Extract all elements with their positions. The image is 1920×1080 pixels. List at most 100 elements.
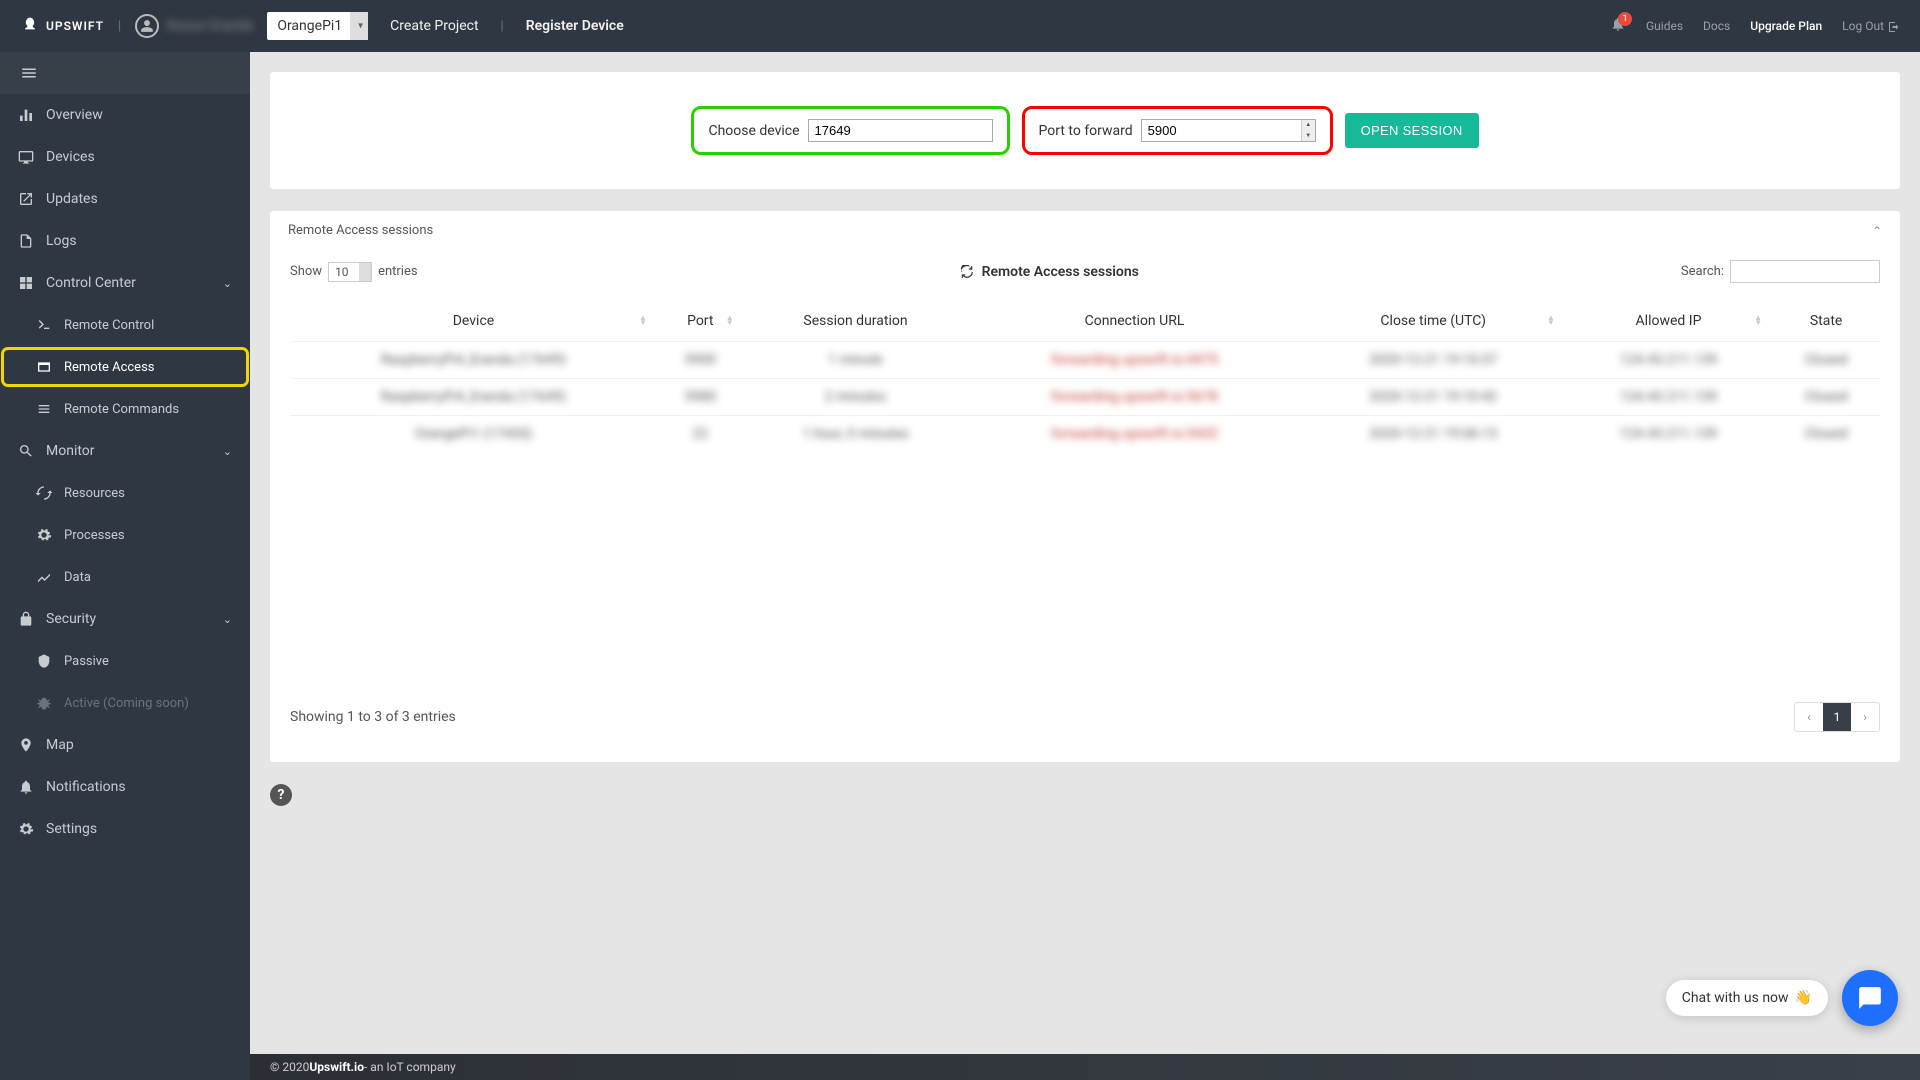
cell-url: forwarding.upswift.io:4475 bbox=[967, 342, 1301, 379]
number-spinner[interactable]: ▲▼ bbox=[1301, 120, 1315, 141]
sort-icon: ▲▼ bbox=[1754, 316, 1762, 326]
nav-logs[interactable]: Logs bbox=[0, 220, 250, 262]
sidebar: Overview Devices Updates Logs Control Ce… bbox=[0, 52, 250, 1080]
sessions-panel-header[interactable]: Remote Access sessions ⌃ bbox=[270, 211, 1900, 250]
nav-monitor[interactable]: Monitor⌄ bbox=[0, 430, 250, 472]
cell-ip: 124.43.211.139 bbox=[1565, 416, 1772, 453]
nav-settings[interactable]: Settings bbox=[0, 808, 250, 850]
nav-remote-commands[interactable]: Remote Commands bbox=[0, 388, 250, 430]
cell-device: OrangePi1 (17455) bbox=[290, 416, 657, 453]
nav-processes[interactable]: Processes bbox=[0, 514, 250, 556]
brand-logo[interactable]: UPSWIFT bbox=[20, 16, 104, 36]
col-duration[interactable]: Session duration bbox=[744, 301, 968, 342]
refresh-icon bbox=[960, 265, 974, 279]
shield-icon bbox=[36, 653, 52, 669]
cell-ip: 124.43.211.139 bbox=[1565, 342, 1772, 379]
sort-icon: ▲▼ bbox=[726, 316, 734, 326]
lock-icon bbox=[18, 611, 34, 627]
bug-icon bbox=[36, 695, 52, 711]
col-state[interactable]: State bbox=[1772, 301, 1880, 342]
sort-icon: ▲▼ bbox=[639, 316, 647, 326]
project-selected: OrangePi1 bbox=[277, 18, 342, 34]
nav-overview[interactable]: Overview bbox=[0, 94, 250, 136]
cell-url: forwarding.upswift.io:5678 bbox=[967, 379, 1301, 416]
help-button[interactable]: ? bbox=[270, 784, 292, 806]
port-forward-label: Port to forward bbox=[1039, 123, 1133, 139]
refresh-sessions[interactable]: Remote Access sessions bbox=[418, 264, 1681, 280]
page-current[interactable]: 1 bbox=[1823, 703, 1851, 731]
nav-remote-access[interactable]: Remote Access bbox=[0, 346, 250, 388]
upgrade-link[interactable]: Upgrade Plan bbox=[1750, 19, 1822, 33]
chat-message[interactable]: Chat with us now 👋 bbox=[1666, 980, 1828, 1016]
cell-port: 22 bbox=[657, 416, 744, 453]
logo-icon bbox=[20, 16, 40, 36]
footer: © 2020 Upswift.io - an IoT company bbox=[250, 1054, 1920, 1080]
gear-icon bbox=[36, 527, 52, 543]
nav-updates[interactable]: Updates bbox=[0, 178, 250, 220]
cell-url: forwarding.upswift.io:5432 bbox=[967, 416, 1301, 453]
cell-device: RaspberryPi4_Eranda (17649) bbox=[290, 342, 657, 379]
choose-device-input[interactable] bbox=[808, 119, 993, 142]
entries-select[interactable]: 10 bbox=[328, 262, 372, 282]
divider: | bbox=[118, 19, 121, 34]
cell-state: Closed bbox=[1772, 416, 1880, 453]
create-project-link[interactable]: Create Project bbox=[390, 18, 478, 34]
nav-passive[interactable]: Passive bbox=[0, 640, 250, 682]
cell-close: 2020-12-21 19:10:42 bbox=[1302, 379, 1565, 416]
nav-devices[interactable]: Devices bbox=[0, 136, 250, 178]
terminal-icon bbox=[36, 317, 52, 333]
cell-close: 2020-12-21 19:10:37 bbox=[1302, 342, 1565, 379]
col-url[interactable]: Connection URL bbox=[967, 301, 1301, 342]
chevron-down-icon: ⌄ bbox=[223, 613, 232, 626]
chevron-up-icon: ⌃ bbox=[1872, 224, 1882, 238]
cell-device: RaspberryPi4_Eranda (17649) bbox=[290, 379, 657, 416]
search-box: Search: bbox=[1681, 260, 1880, 283]
search-icon bbox=[18, 443, 34, 459]
project-select[interactable]: OrangePi1 ▾ bbox=[267, 12, 368, 40]
table-row: RaspberryPi4_Eranda (17649)59802 minutes… bbox=[290, 379, 1880, 416]
nav-map[interactable]: Map bbox=[0, 724, 250, 766]
col-close[interactable]: Close time (UTC)▲▼ bbox=[1302, 301, 1565, 342]
nav-resources[interactable]: Resources bbox=[0, 472, 250, 514]
top-header: UPSWIFT | Kasun Eranda OrangePi1 ▾ Creat… bbox=[0, 0, 1920, 52]
notifications-bell[interactable]: 1 bbox=[1610, 16, 1626, 36]
wave-emoji-icon: 👋 bbox=[1795, 990, 1812, 1006]
cell-ip: 124.43.211.139 bbox=[1565, 379, 1772, 416]
cell-state: Closed bbox=[1772, 379, 1880, 416]
nav-security[interactable]: Security⌄ bbox=[0, 598, 250, 640]
pin-icon bbox=[18, 737, 34, 753]
logout-link[interactable]: Log Out bbox=[1842, 19, 1900, 33]
nav-remote-control[interactable]: Remote Control bbox=[0, 304, 250, 346]
col-ip[interactable]: Allowed IP▲▼ bbox=[1565, 301, 1772, 342]
avatar-icon[interactable] bbox=[135, 14, 159, 38]
logout-icon bbox=[1888, 21, 1900, 33]
nav-data[interactable]: Data bbox=[0, 556, 250, 598]
nav-control-center[interactable]: Control Center⌄ bbox=[0, 262, 250, 304]
port-forward-input[interactable] bbox=[1141, 119, 1316, 142]
guides-link[interactable]: Guides bbox=[1646, 19, 1683, 33]
col-port[interactable]: Port▲▼ bbox=[657, 301, 744, 342]
sidebar-toggle[interactable] bbox=[0, 52, 250, 94]
col-device[interactable]: Device▲▼ bbox=[290, 301, 657, 342]
chart-bar-icon bbox=[18, 107, 34, 123]
showing-info: Showing 1 to 3 of 3 entries bbox=[290, 709, 456, 725]
pagination: ‹ 1 › bbox=[1794, 702, 1880, 732]
chat-icon bbox=[1857, 985, 1883, 1011]
open-session-button[interactable]: OPEN SESSION bbox=[1345, 113, 1479, 148]
main-content: Choose device Port to forward ▲▼ OPEN SE… bbox=[250, 52, 1920, 1080]
docs-link[interactable]: Docs bbox=[1703, 19, 1730, 33]
nav-notifications[interactable]: Notifications bbox=[0, 766, 250, 808]
chat-fab[interactable] bbox=[1842, 970, 1898, 1026]
page-next[interactable]: › bbox=[1851, 703, 1879, 731]
entries-selector: Show 10 entries bbox=[290, 262, 418, 282]
bell-icon bbox=[18, 779, 34, 795]
sort-icon: ▲▼ bbox=[1547, 316, 1555, 326]
page-prev[interactable]: ‹ bbox=[1795, 703, 1823, 731]
external-link-icon bbox=[18, 191, 34, 207]
register-device-link[interactable]: Register Device bbox=[526, 18, 624, 34]
gear-icon bbox=[18, 821, 34, 837]
search-input[interactable] bbox=[1730, 260, 1880, 283]
file-icon bbox=[18, 233, 34, 249]
open-session-panel: Choose device Port to forward ▲▼ OPEN SE… bbox=[270, 72, 1900, 189]
grid-icon bbox=[18, 275, 34, 291]
